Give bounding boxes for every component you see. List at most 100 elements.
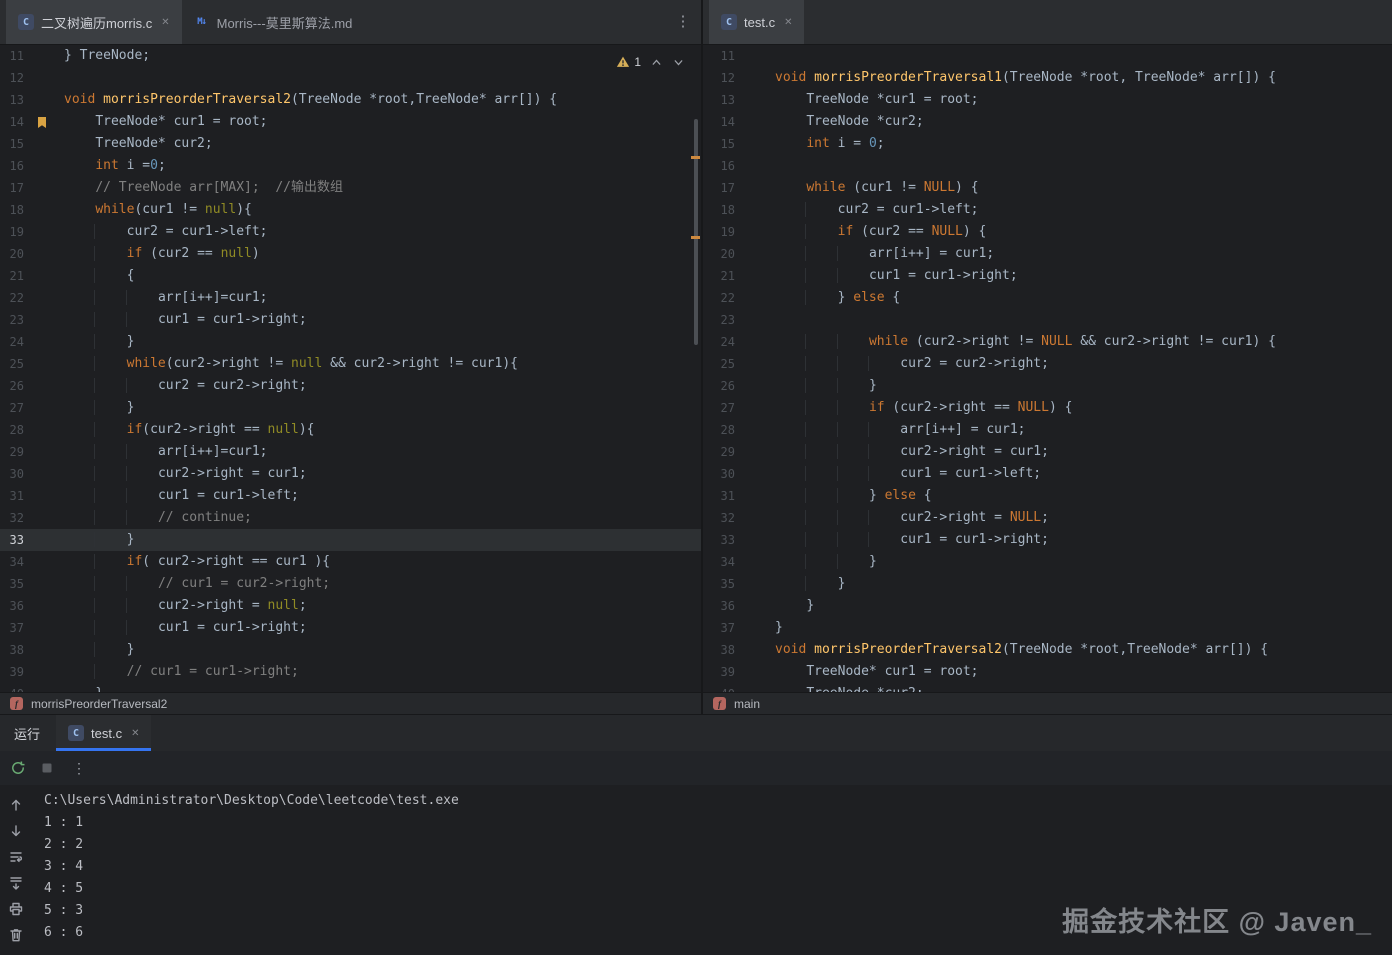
line-number[interactable]: 25 <box>703 353 735 375</box>
gutter[interactable] <box>24 133 64 155</box>
gutter[interactable] <box>24 67 64 89</box>
line-number[interactable]: 17 <box>0 177 24 199</box>
close-icon[interactable]: ✕ <box>159 17 169 28</box>
line-number[interactable]: 18 <box>0 199 24 221</box>
line-number[interactable]: 27 <box>703 397 735 419</box>
code-line[interactable]: 20 if (cur2 == null) <box>0 243 701 265</box>
right-breadcrumb[interactable]: f main <box>701 692 1392 714</box>
code-line[interactable]: 11 <box>703 45 1392 67</box>
line-number[interactable]: 37 <box>703 617 735 639</box>
line-number[interactable]: 33 <box>0 529 24 551</box>
gutter[interactable] <box>735 155 775 177</box>
line-number[interactable]: 32 <box>703 507 735 529</box>
line-number[interactable]: 15 <box>0 133 24 155</box>
line-number[interactable]: 40 <box>703 683 735 692</box>
code-line[interactable]: 20 arr[i++] = cur1; <box>703 243 1392 265</box>
gutter[interactable] <box>24 155 64 177</box>
inspection-widget[interactable]: 1 <box>616 51 685 73</box>
gutter[interactable] <box>24 573 64 595</box>
scroll-end-icon[interactable] <box>8 875 24 891</box>
gutter[interactable] <box>24 683 64 692</box>
code-line[interactable]: 23 cur1 = cur1->right; <box>0 309 701 331</box>
code-line[interactable]: 26 cur2 = cur2->right; <box>0 375 701 397</box>
gutter[interactable] <box>735 639 775 661</box>
code-line[interactable]: 34 } <box>703 551 1392 573</box>
line-number[interactable]: 20 <box>0 243 24 265</box>
line-number[interactable]: 21 <box>0 265 24 287</box>
gutter[interactable] <box>24 529 64 551</box>
breadcrumb-label[interactable]: morrisPreorderTraversal2 <box>31 697 167 711</box>
line-number[interactable]: 30 <box>0 463 24 485</box>
line-number[interactable]: 17 <box>703 177 735 199</box>
code-line[interactable]: 29 arr[i++]=cur1; <box>0 441 701 463</box>
code-line[interactable]: 33 cur1 = cur1->right; <box>703 529 1392 551</box>
soft-wrap-icon[interactable] <box>8 849 24 865</box>
gutter[interactable] <box>24 331 64 353</box>
line-number[interactable]: 23 <box>0 309 24 331</box>
line-number[interactable]: 28 <box>0 419 24 441</box>
code-line[interactable]: 22 arr[i++]=cur1; <box>0 287 701 309</box>
gutter[interactable] <box>24 199 64 221</box>
gutter[interactable] <box>735 463 775 485</box>
editor-options-icon[interactable]: ⋮ <box>668 0 698 44</box>
gutter[interactable] <box>735 551 775 573</box>
gutter[interactable] <box>735 177 775 199</box>
next-problem-icon[interactable] <box>672 56 685 69</box>
line-number[interactable]: 31 <box>0 485 24 507</box>
code-line[interactable]: 25 cur2 = cur2->right; <box>703 353 1392 375</box>
gutter[interactable] <box>24 287 64 309</box>
prev-problem-icon[interactable] <box>650 56 663 69</box>
code-line[interactable]: 26 } <box>703 375 1392 397</box>
code-line[interactable]: 29 cur2->right = cur1; <box>703 441 1392 463</box>
line-number[interactable]: 19 <box>0 221 24 243</box>
gutter[interactable] <box>24 111 64 133</box>
line-number[interactable]: 32 <box>0 507 24 529</box>
code-line[interactable]: 37 cur1 = cur1->right; <box>0 617 701 639</box>
code-line[interactable]: 22 } else { <box>703 287 1392 309</box>
line-number[interactable]: 36 <box>703 595 735 617</box>
code-line[interactable]: 21 { <box>0 265 701 287</box>
gutter[interactable] <box>735 529 775 551</box>
code-line[interactable]: 17 // TreeNode arr[MAX]; //输出数组 <box>0 177 701 199</box>
gutter[interactable] <box>735 683 775 692</box>
code-line[interactable]: 33 } <box>0 529 701 551</box>
gutter[interactable] <box>24 419 64 441</box>
gutter[interactable] <box>24 617 64 639</box>
line-number[interactable]: 19 <box>703 221 735 243</box>
gutter[interactable] <box>24 177 64 199</box>
code-line[interactable]: 36 } <box>703 595 1392 617</box>
run-tab[interactable]: C test.c ✕ <box>56 715 151 751</box>
code-line[interactable]: 11} TreeNode; <box>0 45 701 67</box>
line-number[interactable]: 40 <box>0 683 24 692</box>
line-number[interactable]: 24 <box>703 331 735 353</box>
editor-tab[interactable]: C二叉树遍历morris.c✕ <box>6 0 182 44</box>
code-line[interactable]: 15 int i = 0; <box>703 133 1392 155</box>
gutter[interactable] <box>735 661 775 683</box>
code-line[interactable]: 35 // cur1 = cur2->right; <box>0 573 701 595</box>
code-line[interactable]: 15 TreeNode* cur2; <box>0 133 701 155</box>
gutter[interactable] <box>735 199 775 221</box>
gutter[interactable] <box>24 353 64 375</box>
gutter[interactable] <box>24 551 64 573</box>
line-number[interactable]: 36 <box>0 595 24 617</box>
gutter[interactable] <box>735 485 775 507</box>
line-number[interactable]: 16 <box>0 155 24 177</box>
editor-tab[interactable]: Ctest.c✕ <box>709 0 804 44</box>
line-number[interactable]: 38 <box>0 639 24 661</box>
line-number[interactable]: 13 <box>703 89 735 111</box>
line-number[interactable]: 39 <box>0 661 24 683</box>
code-line[interactable]: 18 while(cur1 != null){ <box>0 199 701 221</box>
line-number[interactable]: 24 <box>0 331 24 353</box>
code-line[interactable]: 27 if (cur2->right == NULL) { <box>703 397 1392 419</box>
line-number[interactable]: 39 <box>703 661 735 683</box>
line-number[interactable]: 28 <box>703 419 735 441</box>
line-number[interactable]: 35 <box>0 573 24 595</box>
gutter[interactable] <box>24 595 64 617</box>
close-icon[interactable]: ✕ <box>129 728 139 739</box>
gutter[interactable] <box>735 331 775 353</box>
code-line[interactable]: 19 cur2 = cur1->left; <box>0 221 701 243</box>
print-icon[interactable] <box>8 901 24 917</box>
code-line[interactable]: 40 TreeNode *cur2; <box>703 683 1392 692</box>
line-number[interactable]: 29 <box>0 441 24 463</box>
line-number[interactable]: 20 <box>703 243 735 265</box>
